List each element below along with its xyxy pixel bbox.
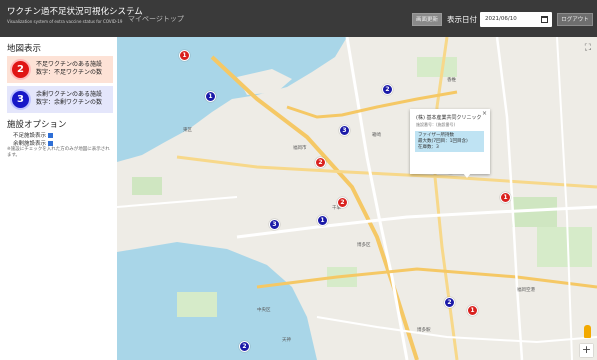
map-label-airport: 福岡空港 — [517, 288, 535, 293]
sidebar: 地図表示 2 不足ワクチンのある施設 数字：不足ワクチンの数 3 余剰ワクチンの… — [0, 37, 117, 360]
legend-surplus-text: 余剰ワクチンのある施設 数字：余剰ワクチンの数 — [36, 91, 102, 107]
legend-shortage-line2: 数字：不足ワクチンの数 — [36, 69, 103, 76]
legend-shortage: 2 不足ワクチンのある施設 数字：不足ワクチンの数 — [7, 56, 113, 83]
map-label-city: 福岡市 — [293, 146, 307, 151]
app-subtitle: Visualization system of extra vaccine st… — [7, 19, 123, 24]
map-base — [117, 37, 597, 360]
close-icon[interactable]: × — [482, 110, 487, 117]
legend-shortage-text: 不足ワクチンのある施設 数字：不足ワクチンの数 — [36, 61, 102, 77]
mypage-link[interactable]: マイページトップ — [128, 14, 184, 24]
facility-marker[interactable]: 2 — [337, 197, 348, 208]
facility-options-title: 施設オプション — [7, 120, 67, 130]
facility-marker[interactable]: 1 — [467, 305, 478, 316]
date-label: 表示日付 — [447, 15, 477, 24]
popup-tail — [463, 173, 471, 178]
facility-marker[interactable]: 1 — [179, 50, 190, 61]
map-label-tenjin: 天神 — [282, 338, 291, 343]
zoom-in-button[interactable]: + — [580, 344, 593, 357]
facility-marker[interactable]: 3 — [339, 125, 350, 136]
facility-marker[interactable]: 2 — [444, 297, 455, 308]
popup-facility-id: 施設番号：(施設番号) — [416, 122, 456, 127]
logout-button[interactable]: ログアウト — [557, 13, 593, 26]
option-shortage[interactable]: 不足施設表示 — [13, 131, 54, 139]
facility-marker[interactable]: 1 — [205, 91, 216, 102]
shortage-checkbox[interactable] — [48, 133, 54, 138]
map-label-hakata: 博多区 — [357, 243, 371, 248]
map-display-title: 地図表示 — [7, 44, 42, 54]
surplus-checkbox[interactable] — [48, 141, 54, 146]
facility-marker[interactable]: 1 — [317, 215, 328, 226]
street-view-pegman-icon[interactable] — [584, 325, 591, 338]
app-header: ワクチン過不足状況可視化システム Visualization system of… — [0, 0, 597, 37]
legend-surplus-line2: 数字：余剰ワクチンの数 — [36, 99, 103, 106]
facility-marker[interactable]: 1 — [500, 192, 511, 203]
refresh-button[interactable]: 画面更新 — [412, 13, 442, 26]
options-note: ※施設にチェックを入れた方のみが地図に表示されます。 — [7, 147, 110, 158]
facility-marker[interactable]: 3 — [269, 219, 280, 230]
facility-marker[interactable]: 2 — [239, 341, 250, 352]
facility-info-popup: × (株) 基本産業共同クリニック 施設番号：(施設番号) ファイザー所持数 最… — [410, 109, 490, 174]
surplus-marker-icon: 3 — [10, 89, 31, 110]
map-label-hakozaki: 箱崎 — [372, 133, 381, 138]
map-label-hakata-station: 博多駅 — [417, 328, 431, 333]
popup-stock-box: ファイザー所持数 最大数(7回目：1回目含) 在庫数：3 — [415, 131, 484, 152]
popup-facility-name: (株) 基本産業共同クリニック — [416, 115, 482, 121]
map-label-chuo: 中央区 — [257, 308, 271, 313]
shortage-marker-icon: 2 — [10, 59, 31, 80]
fullscreen-icon[interactable]: ⛶ — [585, 43, 591, 53]
map-label-east: 東区 — [183, 128, 192, 133]
calendar-icon[interactable] — [541, 16, 548, 23]
map-view[interactable]: 東区 福岡市 博多区 中央区 福岡空港 香椎 箱崎 千早 天神 博多駅 1 1 … — [117, 37, 597, 360]
app-brand[interactable]: ワクチン過不足状況可視化システム Visualization system of… — [7, 7, 143, 25]
app-title: ワクチン過不足状況可視化システム — [7, 7, 143, 17]
option-surplus[interactable]: 余剰施設表示 — [13, 139, 54, 147]
popup-line3: 在庫数：3 — [418, 145, 439, 150]
map-label-kashii: 香椎 — [447, 78, 456, 83]
legend-surplus-line1: 余剰ワクチンのある施設 — [36, 91, 103, 98]
date-input[interactable]: 2021/06/10 — [480, 12, 552, 27]
date-value: 2021/06/10 — [485, 16, 517, 22]
legend-shortage-line1: 不足ワクチンのある施設 — [36, 61, 103, 68]
facility-marker[interactable]: 2 — [315, 157, 326, 168]
facility-marker[interactable]: 2 — [382, 84, 393, 95]
legend-surplus: 3 余剰ワクチンのある施設 数字：余剰ワクチンの数 — [7, 86, 113, 113]
